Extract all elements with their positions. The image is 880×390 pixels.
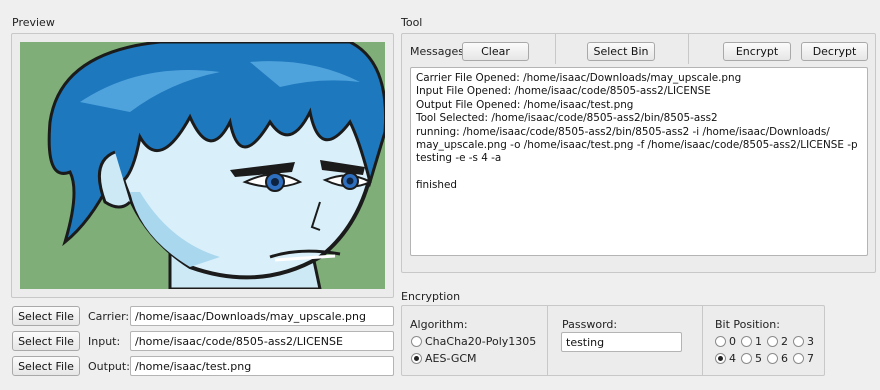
encryption-divider xyxy=(702,306,703,375)
bit-option-label: 3 xyxy=(807,335,814,348)
bit-radio-6[interactable]: 6 xyxy=(767,352,788,365)
algorithm-chacha-radio[interactable]: ChaCha20-Poly1305 xyxy=(411,335,536,348)
select-input-button[interactable]: Select File xyxy=(12,331,80,351)
input-label: Input: xyxy=(88,335,121,348)
radio-unchecked-icon xyxy=(767,336,778,347)
carrier-label: Carrier: xyxy=(88,310,130,323)
algorithm-aes-radio[interactable]: AES-GCM xyxy=(411,352,477,365)
select-output-button[interactable]: Select File xyxy=(12,356,80,376)
encryption-title: Encryption xyxy=(401,290,461,303)
bit-option-label: 6 xyxy=(781,352,788,365)
bit-option-label: 5 xyxy=(755,352,762,365)
radio-unchecked-icon xyxy=(715,336,726,347)
tool-title: Tool xyxy=(401,16,423,29)
bit-radio-3[interactable]: 3 xyxy=(793,335,814,348)
bit-radio-0[interactable]: 0 xyxy=(715,335,736,348)
bit-option-label: 7 xyxy=(807,352,814,365)
radio-unchecked-icon xyxy=(411,336,422,347)
radio-unchecked-icon xyxy=(793,336,804,347)
messages-log[interactable]: Carrier File Opened: /home/isaac/Downloa… xyxy=(410,67,868,256)
algorithm-label: Algorithm: xyxy=(410,318,468,331)
preview-image xyxy=(20,42,385,289)
decrypt-button[interactable]: Decrypt xyxy=(801,42,868,61)
radio-unchecked-icon xyxy=(767,353,778,364)
algorithm-option-label: AES-GCM xyxy=(425,352,477,365)
encryption-divider xyxy=(547,306,548,375)
clear-button[interactable]: Clear xyxy=(462,42,529,61)
bit-position-label: Bit Position: xyxy=(715,318,780,331)
radio-checked-icon xyxy=(411,353,422,364)
algorithm-option-label: ChaCha20-Poly1305 xyxy=(425,335,537,348)
radio-checked-icon xyxy=(715,353,726,364)
password-field[interactable] xyxy=(561,332,682,352)
bit-option-label: 4 xyxy=(729,352,736,365)
toolbar-divider xyxy=(688,34,689,64)
password-label: Password: xyxy=(562,318,618,331)
toolbar-divider xyxy=(555,34,556,64)
encrypt-button[interactable]: Encrypt xyxy=(723,42,791,61)
bit-radio-2[interactable]: 2 xyxy=(767,335,788,348)
input-path-field[interactable] xyxy=(130,331,394,351)
carrier-path-field[interactable] xyxy=(130,306,394,326)
select-carrier-button[interactable]: Select File xyxy=(12,306,80,326)
bit-radio-4[interactable]: 4 xyxy=(715,352,736,365)
bit-radio-1[interactable]: 1 xyxy=(741,335,762,348)
messages-label: Messages xyxy=(410,45,464,58)
bit-option-label: 0 xyxy=(729,335,736,348)
radio-unchecked-icon xyxy=(793,353,804,364)
bit-option-label: 1 xyxy=(755,335,762,348)
output-path-field[interactable] xyxy=(130,356,394,376)
character-portrait-icon xyxy=(20,42,385,289)
output-label: Output: xyxy=(88,360,130,373)
radio-unchecked-icon xyxy=(741,353,752,364)
bit-option-label: 2 xyxy=(781,335,788,348)
radio-unchecked-icon xyxy=(741,336,752,347)
preview-title: Preview xyxy=(12,16,55,29)
bit-radio-7[interactable]: 7 xyxy=(793,352,814,365)
select-bin-button[interactable]: Select Bin xyxy=(587,42,655,61)
bit-radio-5[interactable]: 5 xyxy=(741,352,762,365)
